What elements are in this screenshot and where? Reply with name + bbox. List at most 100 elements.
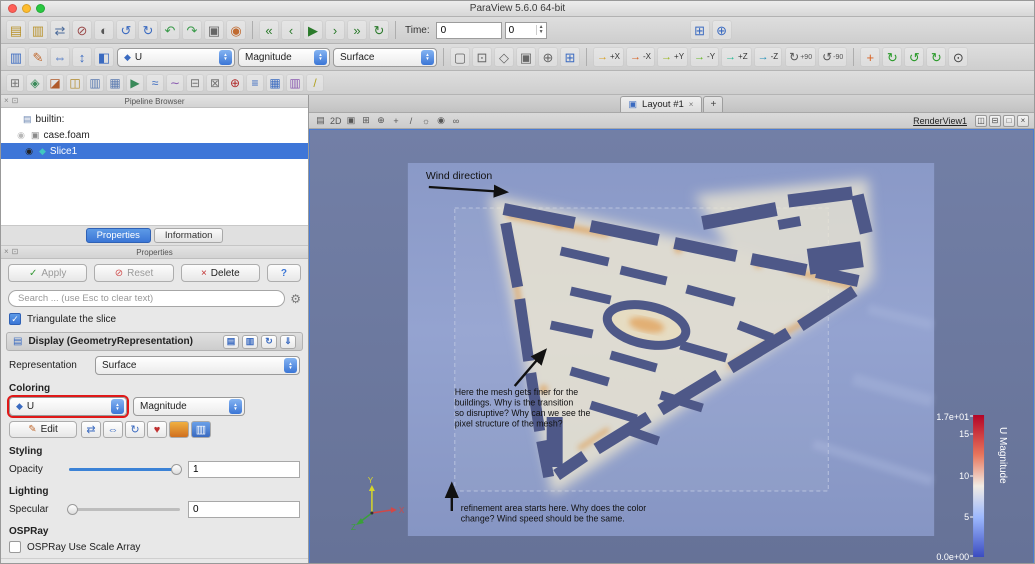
toggle-2d-mode-button[interactable]: 2D [329,114,343,127]
contour-icon[interactable]: ◈ [26,73,44,92]
specular-slider-knob[interactable] [67,504,78,515]
reset-center-icon[interactable]: + [860,47,881,67]
select-points-icon[interactable]: ⊡ [472,47,492,67]
ospray-scale-checkbox[interactable] [9,541,21,553]
save-display-icon[interactable]: ⇓ [280,334,296,349]
frame-spinbox[interactable]: ▲▼ [504,21,547,39]
set-view-plus-z-button[interactable]: → +Z [721,47,752,67]
rotate-90-cw-button[interactable]: ↻ +90 [785,47,817,67]
edit-color-map-button[interactable]: ✎ Edit [9,421,77,438]
spreadsheet-icon[interactable]: ▦ [266,73,284,92]
ruler-icon[interactable]: / [306,73,324,92]
triangulate-checkbox[interactable]: ✓ [9,313,21,325]
minimize-window-button[interactable] [22,4,31,13]
play-icon[interactable]: ▶ [303,20,323,40]
interaction-widgets-icon[interactable]: ⊕ [711,20,732,40]
specular-slider[interactable] [67,504,180,515]
zoom-to-box-icon[interactable]: ⊞ [689,20,710,40]
pipeline-item[interactable]: ◉ ◆ Slice1 [1,143,308,159]
display-section-header[interactable]: ▤ Display (GeometryRepresentation) ▤ ▥ ↻… [6,332,303,351]
detach-view-icon[interactable]: □ [1003,114,1015,127]
rescale-temporal-icon[interactable]: ↻ [125,421,145,438]
ruler-toggle-icon[interactable]: / [405,114,418,127]
grid-toggle-icon[interactable]: ⊞ [360,114,373,127]
add-layout-tab-button[interactable]: + [703,96,724,112]
timer-icon[interactable]: ◐ [94,20,114,40]
clip-icon[interactable]: ◪ [46,73,64,92]
edit-color-map-icon[interactable]: ✎ [28,47,48,67]
set-view-minus-x-button[interactable]: → -X [626,47,656,67]
set-view-minus-y-button[interactable]: → -Y [690,47,720,67]
group-datasets-icon[interactable]: ⊟ [186,73,204,92]
representation-combo-toolbar[interactable]: Surface ▲ ▼ [333,47,437,67]
rescale-custom-range-icon[interactable]: ⇔ [103,421,123,438]
active-array-combo[interactable]: ◆ U ▲ ▼ [117,47,235,67]
link-camera-icon[interactable]: ∞ [450,114,463,127]
delete-button[interactable]: × Delete [180,264,260,282]
interactive-select-icon[interactable]: ⊕ [538,47,558,67]
opacity-value-input[interactable] [188,461,300,478]
reset-button[interactable]: ⊘ Reset [94,264,174,282]
set-view-minus-z-button[interactable]: → -Z [753,47,783,67]
render-scene[interactable]: Wind direction Here the mesh gets finer … [309,129,1034,564]
dock-close-icon[interactable]: × [4,96,9,105]
loop-icon[interactable]: ↻ [369,20,389,40]
coloring-array-combo[interactable]: ◆ U ▲ ▼ [9,397,127,416]
undo-icon[interactable]: ↺ [116,20,136,40]
calculator-icon[interactable]: ⊞ [6,73,24,92]
search-options-gear-icon[interactable]: ⚙ [290,292,301,306]
select-cells-icon[interactable]: ▢ [450,47,470,67]
copy-display-icon[interactable]: ▤ [223,334,239,349]
color-palette-icon[interactable]: ◉ [226,20,246,40]
set-view-plus-x-button[interactable]: → +X [593,47,625,67]
histogram-icon[interactable]: ▥ [286,73,304,92]
coloring-component-combo[interactable]: Magnitude ▲ ▼ [133,397,245,416]
split-vertical-icon[interactable]: ⊟ [989,114,1001,127]
slice-icon[interactable]: ◫ [66,73,84,92]
dock-close-icon[interactable]: × [4,247,9,256]
visibility-eye-icon[interactable]: ◉ [15,130,27,141]
colorbar-gradient[interactable] [973,415,985,557]
set-view-plus-y-button[interactable]: → +Y [657,47,689,67]
orientation-axes-icon[interactable]: + [390,114,403,127]
search-input[interactable] [8,290,286,307]
pipeline-item[interactable]: ▤ builtin: [1,111,308,127]
screenshot-icon[interactable]: ▣ [204,20,224,40]
close-window-button[interactable] [8,4,17,13]
apply-button[interactable]: ✓ Apply [8,264,88,282]
pipeline-item[interactable]: ◉ ▣ case.foam [1,127,308,143]
disconnect-server-icon[interactable]: ⊘ [72,20,92,40]
adjust-camera-icon[interactable]: ▣ [345,114,358,127]
next-frame-icon[interactable]: › [325,20,345,40]
rotate-camera-cw-icon[interactable]: ↻ [882,47,903,67]
connect-server-icon[interactable]: ⇄ [50,20,70,40]
camera-redo-icon[interactable]: ↷ [182,20,202,40]
frame-value-input[interactable] [505,22,536,38]
rescale-custom-icon[interactable]: ↕ [72,47,92,67]
first-frame-icon[interactable]: « [259,20,279,40]
rotate-camera-ccw-icon[interactable]: ↺ [904,47,925,67]
open-file-icon[interactable]: ▤ [6,20,26,40]
opacity-slider[interactable] [69,464,182,475]
favorites-icon[interactable]: ♥ [147,421,167,438]
last-frame-icon[interactable]: » [347,20,367,40]
layout-tab[interactable]: ▣ Layout #1 × [619,96,703,112]
close-tab-icon[interactable]: × [689,100,694,109]
zoom-to-data-icon[interactable]: ⊞ [560,47,580,67]
extract-subset-icon[interactable]: ▦ [106,73,124,92]
help-button[interactable]: ? [266,264,301,282]
paste-display-icon[interactable]: ▥ [242,334,258,349]
tab-properties[interactable]: Properties [85,228,151,243]
rescale-to-data-icon[interactable]: ⇄ [81,421,101,438]
camera-undo-icon[interactable]: ↶ [160,20,180,40]
center-rotation-icon[interactable]: ⊕ [375,114,388,127]
spinner-arrows-icon[interactable]: ▲ ▼ [535,25,546,35]
save-screenshot-icon[interactable]: ▤ [314,114,327,127]
probe-location-icon[interactable]: ⊕ [226,73,244,92]
light-toggle-icon[interactable]: ☼ [420,114,433,127]
select-frustum-icon[interactable]: ◇ [494,47,514,67]
save-data-icon[interactable]: ▥ [28,20,48,40]
glyph-icon[interactable]: ▶ [126,73,144,92]
tab-information[interactable]: Information [153,228,224,243]
show-color-legend-icon[interactable]: ▥ [191,421,211,438]
